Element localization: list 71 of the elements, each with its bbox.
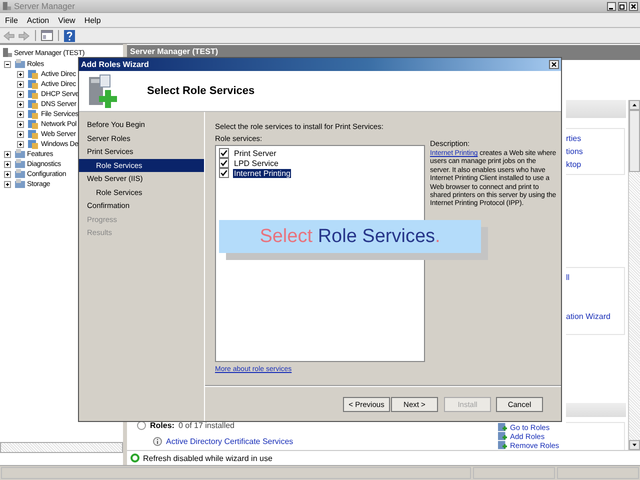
roles-icon: [498, 432, 507, 441]
task-link[interactable]: tions: [566, 147, 624, 156]
folder-icon: [15, 159, 25, 169]
menu-item[interactable]: Help: [84, 16, 101, 24]
folder-icon: [15, 179, 25, 189]
checkbox[interactable]: [219, 168, 229, 178]
folder-icon: [15, 169, 25, 179]
menu-item[interactable]: File: [5, 16, 18, 24]
close-icon[interactable]: [549, 60, 559, 69]
service-item[interactable]: Print Server: [233, 148, 278, 158]
service-item[interactable]: LPD Service: [233, 158, 280, 168]
expander[interactable]: [4, 150, 11, 158]
section-header: [566, 403, 626, 417]
role-link[interactable]: Active Directory Certificate Services: [166, 437, 294, 446]
callout-text: .: [435, 226, 440, 248]
role-icon: [28, 109, 38, 119]
checkbox[interactable]: [219, 148, 229, 158]
scroll-down-icon[interactable]: [629, 440, 640, 450]
expander[interactable]: [17, 110, 24, 118]
refresh-icon: [130, 453, 140, 463]
help-icon[interactable]: [64, 30, 75, 42]
folder-icon: [15, 59, 25, 69]
server-add-icon: [87, 74, 117, 108]
window-title: Server Manager: [14, 1, 75, 11]
expander[interactable]: [4, 160, 11, 168]
task-link[interactable]: ktop: [566, 160, 624, 169]
scroll-thumb[interactable]: [629, 110, 640, 172]
task-link[interactable]: rties: [566, 134, 624, 143]
expander[interactable]: [17, 130, 24, 138]
expander[interactable]: [4, 170, 11, 178]
close-icon[interactable]: [629, 2, 638, 10]
role-icon: [28, 99, 38, 109]
role-icon: [28, 129, 38, 139]
expander[interactable]: [17, 90, 24, 98]
expander[interactable]: [4, 180, 11, 188]
expander[interactable]: [17, 140, 24, 148]
console-tree-icon[interactable]: [41, 30, 53, 41]
roles-icon: [498, 441, 507, 450]
callout-text: Select: [260, 226, 312, 248]
role-icon: [28, 139, 38, 149]
expander[interactable]: [17, 120, 24, 128]
section-header: [566, 100, 626, 118]
folder-icon: [15, 149, 25, 159]
section-title: Roles:: [150, 420, 174, 430]
vertical-scrollbar[interactable]: [628, 100, 640, 450]
task-link[interactable]: ation Wizard: [566, 312, 624, 321]
server-icon: [2, 2, 11, 10]
role-icon: [28, 69, 38, 79]
scroll-up-icon[interactable]: [629, 100, 640, 110]
roles-icon: [498, 423, 507, 432]
installed-count: 0 of 17 installed: [178, 420, 234, 430]
role-icon: [28, 89, 38, 99]
restore-icon[interactable]: [618, 2, 627, 10]
status-text: Refresh disabled while wizard in use: [143, 454, 272, 462]
menu-item[interactable]: View: [58, 16, 76, 24]
expander[interactable]: [17, 100, 24, 108]
expander[interactable]: [4, 60, 11, 68]
minimize-icon[interactable]: [607, 2, 616, 10]
dialog-title: Add Roles Wizard: [81, 60, 149, 69]
role-icon: [28, 119, 38, 129]
expander[interactable]: [17, 70, 24, 78]
expander[interactable]: [17, 80, 24, 88]
horizontal-scrollbar[interactable]: [0, 442, 123, 453]
menu-item[interactable]: Action: [26, 16, 50, 24]
info-icon: [153, 437, 162, 446]
service-item[interactable]: Internet Printing: [233, 168, 292, 178]
checkbox[interactable]: [219, 158, 229, 168]
page-heading: Select Role Services: [147, 85, 255, 97]
callout-text: Role Services: [318, 226, 436, 248]
task-link[interactable]: ll: [566, 273, 624, 282]
role-icon: [28, 79, 38, 89]
